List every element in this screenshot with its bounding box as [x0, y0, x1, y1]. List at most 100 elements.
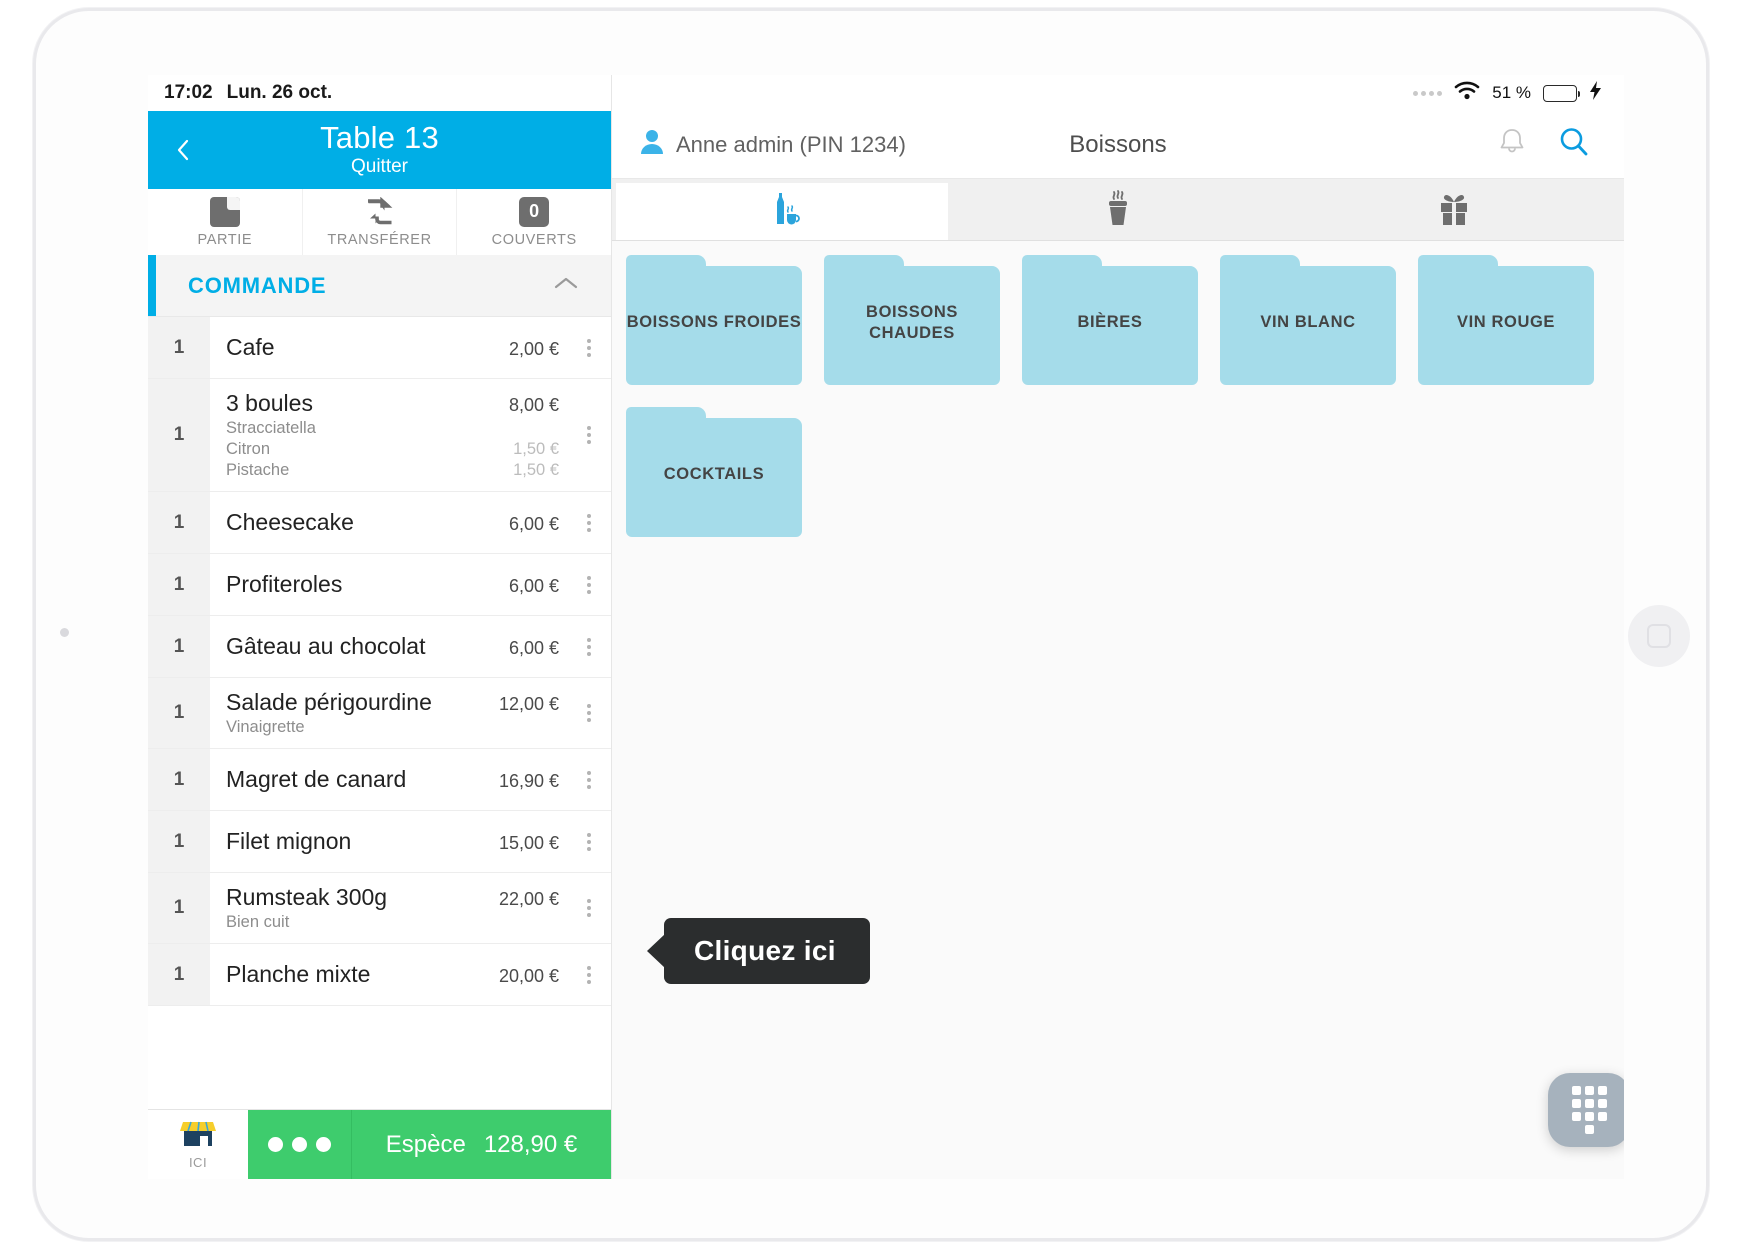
partie-button[interactable]: PARTIE — [148, 189, 302, 255]
order-item-price: 22,00 € — [498, 889, 559, 909]
category-tab-hot-pot-food[interactable] — [952, 183, 1284, 240]
order-row-body: 3 boules 8,00 € Stracciatella Citron 1,50 € P… — [210, 379, 567, 491]
home-button[interactable] — [1628, 605, 1690, 667]
order-row-qty: 1 — [148, 811, 210, 872]
order-item-option: Pistache 1,50 € — [226, 461, 567, 480]
storefront-icon — [179, 1119, 217, 1154]
order-option-name: Bien cuit — [226, 913, 290, 931]
page-title: Table 13 — [320, 119, 439, 155]
folder-item[interactable]: BIÈRES — [1022, 255, 1198, 385]
kebab-menu-icon[interactable] — [567, 678, 611, 748]
order-item-price: 20,00 € — [498, 966, 559, 986]
status-time: 17:02 — [164, 82, 213, 103]
order-item-price: 8,00 € — [508, 395, 559, 415]
order-row-main: Filet mignon 15,00 € — [226, 828, 567, 855]
category-tab-drinks-bottle-cup[interactable] — [616, 183, 948, 240]
order-item-option: Vinaigrette — [226, 718, 567, 737]
order-row-body: Filet mignon 15,00 € — [210, 811, 567, 872]
order-row-body: Salade périgourdine 12,00 € Vinaigrette — [210, 678, 567, 748]
kebab-menu-icon[interactable] — [567, 554, 611, 615]
kebab-menu-icon[interactable] — [567, 873, 611, 943]
order-item-price: 16,90 € — [498, 771, 559, 791]
order-option-price: 1,50 € — [513, 461, 559, 479]
transferer-button[interactable]: TRANSFÉRER — [302, 189, 457, 255]
dialpad-button[interactable] — [1548, 1073, 1624, 1147]
order-row[interactable]: 1 Gâteau au chocolat 6,00 € — [148, 616, 611, 678]
user-chip[interactable]: Anne admin (PIN 1234) — [640, 129, 906, 160]
folder-grid[interactable]: BOISSONS FROIDES BOISSONS CHAUDES BIÈRES VI… — [626, 255, 1624, 537]
shop-button[interactable]: ICI — [148, 1110, 248, 1179]
camera-dot — [60, 628, 69, 637]
folder-label: VIN ROUGE — [1457, 313, 1555, 332]
kebab-menu-icon[interactable] — [567, 944, 611, 1005]
order-row-body: Planche mixte 20,00 € — [210, 944, 567, 1005]
order-row-body: Magret de canard 16,90 € — [210, 749, 567, 810]
pay-button[interactable]: Espèce 128,90 € — [352, 1110, 611, 1179]
order-row[interactable]: 1 Rumsteak 300g 22,00 € Bien cuit — [148, 873, 611, 944]
order-row-body: Rumsteak 300g 22,00 € Bien cuit — [210, 873, 567, 943]
order-actions: PARTIE TRANSFÉRER 0 COUVERTS — [148, 189, 612, 255]
order-row-main: Cheesecake 6,00 € — [226, 509, 567, 536]
order-row[interactable]: 1 Cheesecake 6,00 € — [148, 492, 611, 554]
order-item-list[interactable]: 1 Cafe 2,00 € 1 3 boules 8,00 € Stracciatella C… — [148, 317, 611, 1109]
order-row-qty: 1 — [148, 749, 210, 810]
category-tab-bar[interactable] — [612, 179, 1624, 241]
split-order-icon — [209, 196, 240, 227]
order-row[interactable]: 1 Salade périgourdine 12,00 € Vinaigrette — [148, 678, 611, 749]
order-row-qty: 1 — [148, 873, 210, 943]
folder-item[interactable]: BOISSONS FROIDES — [626, 255, 802, 385]
order-row[interactable]: 1 Planche mixte 20,00 € — [148, 944, 611, 1006]
pay-method-label: Espèce — [385, 1130, 466, 1158]
kebab-menu-icon[interactable] — [567, 749, 611, 810]
order-row-qty: 1 — [148, 944, 210, 1005]
order-item-name: Gâteau au chocolat — [226, 633, 426, 659]
folder-item[interactable]: BOISSONS CHAUDES — [824, 255, 1000, 385]
folders-area: BOISSONS FROIDES BOISSONS CHAUDES BIÈRES VI… — [612, 241, 1624, 1179]
order-row-qty: 1 — [148, 678, 210, 748]
order-option-name: Pistache — [226, 461, 290, 479]
folder-item[interactable]: VIN BLANC — [1220, 255, 1396, 385]
kebab-menu-icon[interactable] — [567, 811, 611, 872]
tablet-screen: 17:02 Lun. 26 oct. Table 13 Quitter PART… — [148, 75, 1624, 1179]
quit-link[interactable]: Quitter — [351, 156, 408, 178]
kebab-menu-icon[interactable] — [567, 379, 611, 491]
more-actions-button[interactable] — [248, 1110, 352, 1179]
kebab-menu-icon[interactable] — [567, 317, 611, 378]
order-item-name: Salade périgourdine — [226, 689, 432, 715]
folder-label: BIÈRES — [1077, 313, 1143, 332]
chevron-up-icon[interactable] — [553, 275, 579, 296]
three-dots-icon — [268, 1137, 331, 1152]
partie-label: PARTIE — [197, 231, 253, 248]
order-item-name: Profiteroles — [226, 571, 343, 597]
commande-section-header[interactable]: COMMANDE — [148, 255, 611, 317]
drinks-bottle-cup-icon — [762, 189, 802, 234]
kebab-menu-icon[interactable] — [567, 616, 611, 677]
back-chevron-icon[interactable] — [172, 139, 194, 161]
status-date: Lun. 26 oct. — [226, 82, 333, 103]
order-row[interactable]: 1 Magret de canard 16,90 € — [148, 749, 611, 811]
order-row-body: Cafe 2,00 € — [210, 317, 567, 378]
order-item-price: 12,00 € — [498, 694, 559, 714]
search-icon[interactable] — [1558, 126, 1590, 163]
folder-item[interactable]: COCKTAILS — [626, 407, 802, 537]
order-row[interactable]: 1 Profiteroles 6,00 € — [148, 554, 611, 616]
category-tab-gift-box[interactable] — [1288, 183, 1620, 240]
order-row-qty: 1 — [148, 317, 210, 378]
order-row-qty: 1 — [148, 379, 210, 491]
order-row[interactable]: 1 Filet mignon 15,00 € — [148, 811, 611, 873]
kebab-menu-icon[interactable] — [567, 492, 611, 553]
folder-label: COCKTAILS — [663, 465, 765, 484]
order-option-name: Vinaigrette — [226, 718, 305, 736]
pay-total-amount: 128,90 € — [483, 1130, 578, 1158]
bell-icon[interactable] — [1498, 127, 1526, 162]
gift-box-icon — [1434, 189, 1474, 234]
transfer-arrows-icon — [365, 196, 395, 227]
order-row[interactable]: 1 Cafe 2,00 € — [148, 317, 611, 379]
dialpad-icon — [1571, 1086, 1607, 1134]
order-option-price: 1,50 € — [513, 440, 559, 458]
order-option-name: Citron — [226, 440, 271, 458]
folder-item[interactable]: VIN ROUGE — [1418, 255, 1594, 385]
order-row[interactable]: 1 3 boules 8,00 € Stracciatella Citron 1,50 €… — [148, 379, 611, 492]
couverts-button[interactable]: 0 COUVERTS — [457, 189, 612, 255]
order-item-option: Stracciatella — [226, 419, 567, 438]
